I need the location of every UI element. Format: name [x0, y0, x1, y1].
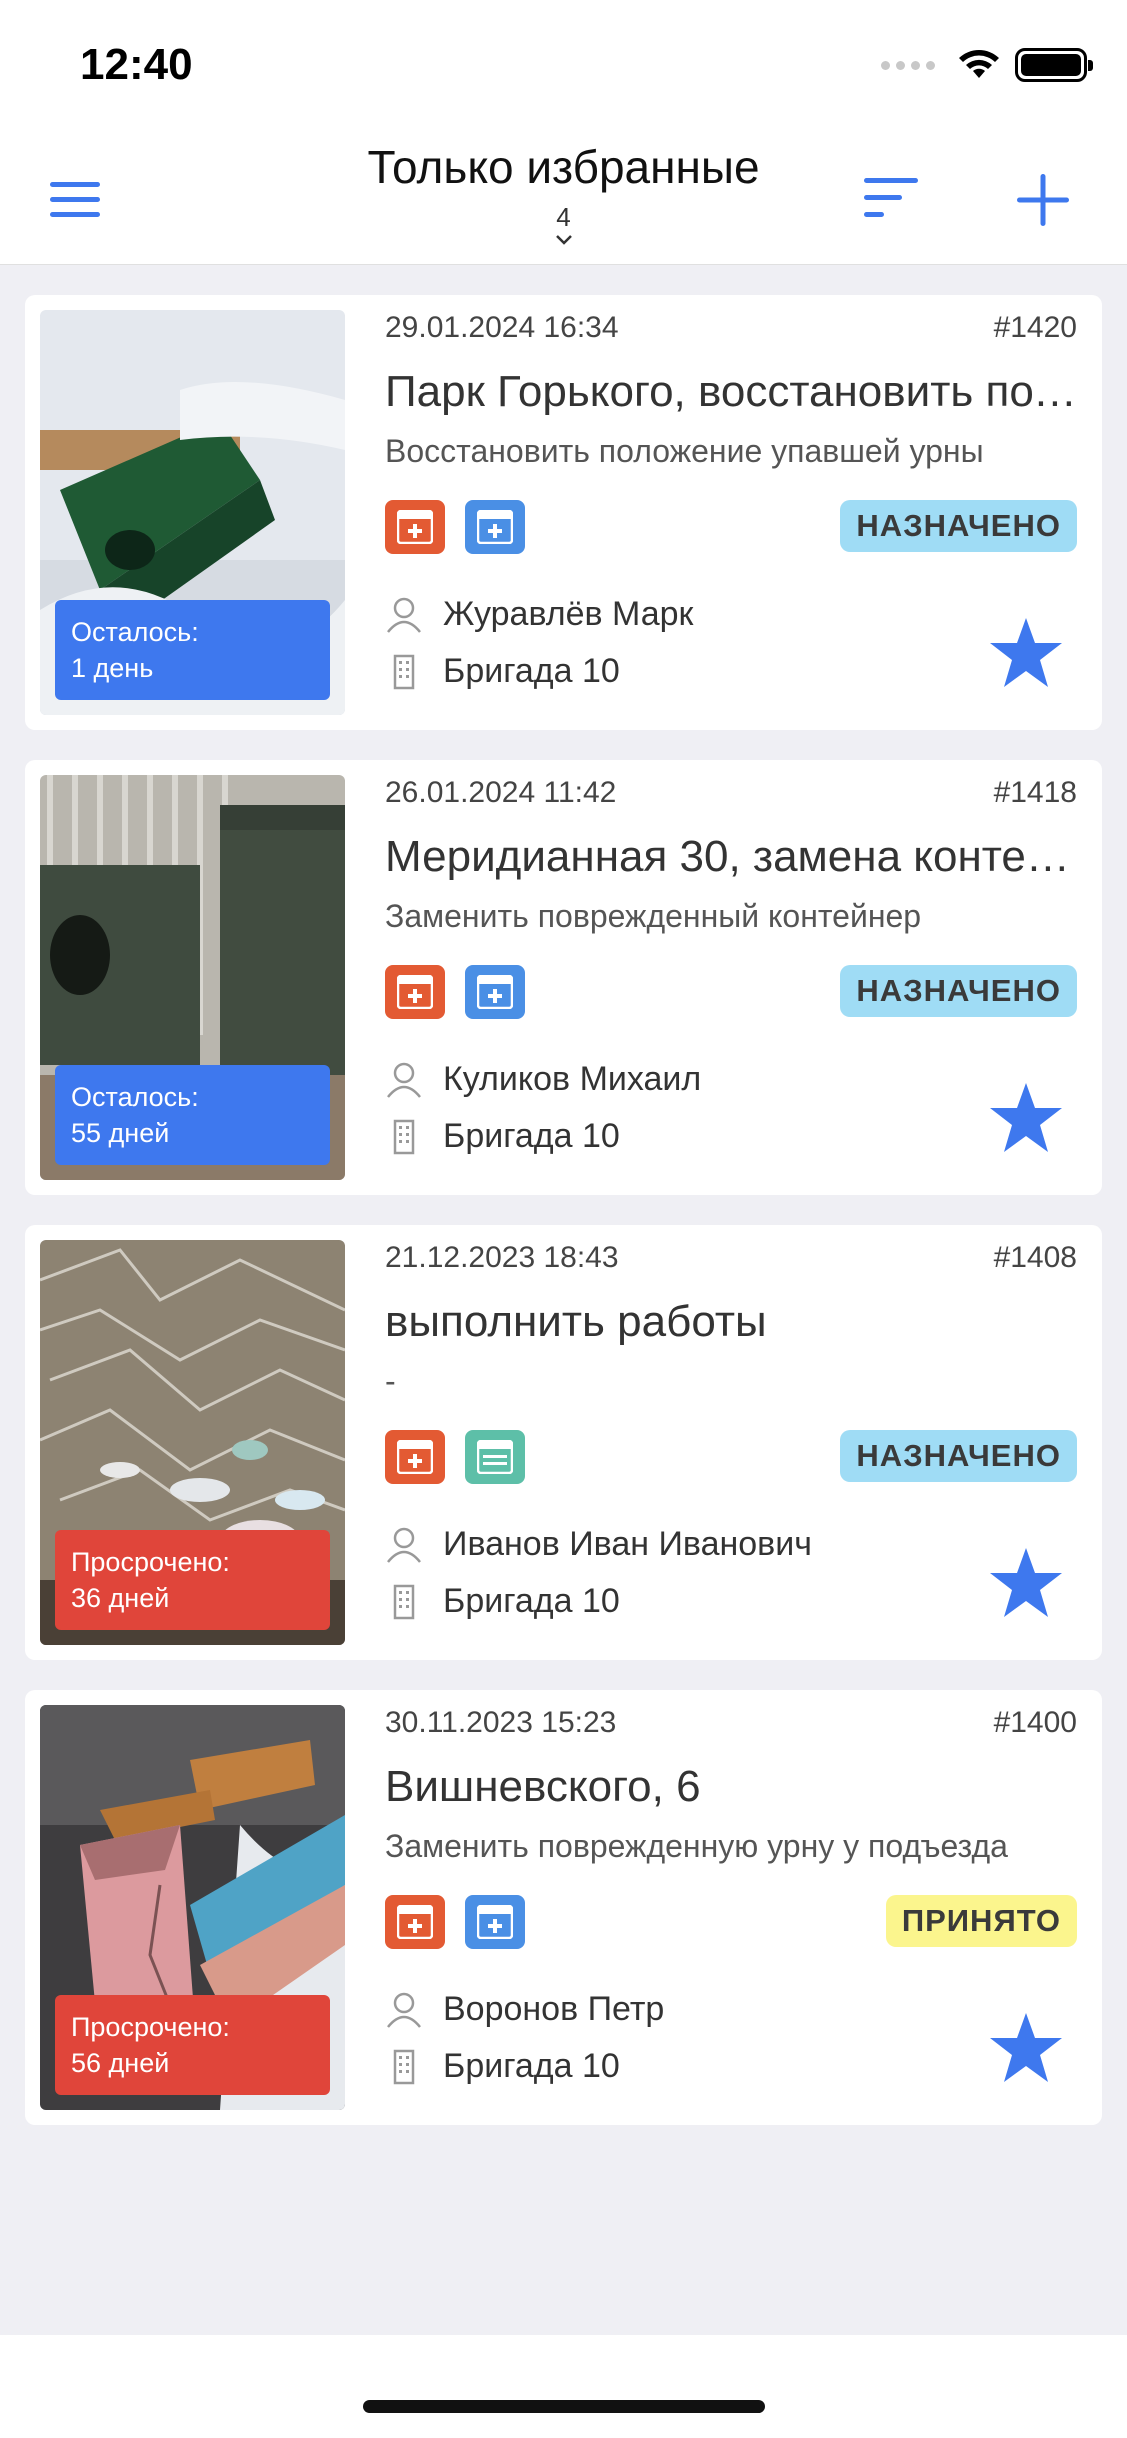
chevron-down-icon[interactable] — [555, 234, 573, 246]
red-form-icon — [385, 965, 445, 1019]
sort-button[interactable] — [862, 174, 922, 224]
wifi-icon — [959, 50, 999, 78]
task-description: Заменить поврежденный контейнер — [385, 898, 922, 934]
task-list[interactable]: Осталось: 1 день 29.01.2024 16:34 #1420 … — [0, 265, 1127, 2335]
status-badge: ПРИНЯТО — [885, 1895, 1077, 1947]
red-form-icon — [385, 1430, 445, 1484]
deadline-value: 56 дней — [71, 2048, 170, 2078]
sort-icon — [864, 178, 918, 217]
blue-form-icon — [465, 500, 525, 554]
building-icon — [393, 2049, 415, 2084]
task-number: #1418 — [993, 776, 1077, 809]
blue-form-icon — [465, 1895, 525, 1949]
deadline-badge: Просрочено: 56 дней — [55, 1995, 330, 2095]
brigade-row: Бригада 10 — [385, 1582, 620, 1621]
blue-form-icon — [465, 965, 525, 1019]
star-icon — [990, 1548, 1062, 1617]
assignee-name: Воронов Петр — [443, 1990, 665, 2028]
task-title: Вишневского, 6 — [385, 1762, 701, 1811]
task-title: Меридианная 30, замена контейнера — [385, 832, 1085, 881]
deadline-label: Осталось: — [71, 617, 199, 647]
brigade-row: Бригада 10 — [385, 652, 620, 691]
status-badge: НАЗНАЧЕНО — [840, 1430, 1077, 1482]
favorite-button[interactable] — [988, 1545, 1064, 1621]
assignee-name: Иванов Иван Иванович — [443, 1525, 812, 1563]
brigade-row: Бригада 10 — [385, 2047, 620, 2086]
assignee-row: Иванов Иван Иванович — [385, 1525, 812, 1564]
deadline-label: Просрочено: — [71, 1547, 230, 1577]
task-card[interactable]: Осталось: 1 день 29.01.2024 16:34 #1420 … — [25, 295, 1102, 730]
task-title: Парк Горького, восстановить положение уп… — [385, 367, 1085, 416]
navbar: Только избранные 4 — [0, 130, 1127, 265]
person-icon — [387, 1992, 421, 2028]
favorite-button[interactable] — [988, 1080, 1064, 1156]
status-badge: НАЗНАЧЕНО — [840, 500, 1077, 552]
task-date: 26.01.2024 11:42 — [385, 776, 617, 809]
battery-icon — [1015, 48, 1093, 82]
brigade-name: Бригада 10 — [443, 2047, 620, 2085]
building-icon — [393, 1119, 415, 1154]
deadline-label: Осталось: — [71, 1082, 199, 1112]
teal-form-icon — [465, 1430, 525, 1484]
page-title[interactable]: Только избранные — [0, 140, 1127, 194]
task-description: Заменить поврежденную урну у подъезда — [385, 1828, 1008, 1864]
assignee-name: Куликов Михаил — [443, 1060, 702, 1098]
task-description: - — [385, 1363, 396, 1399]
task-card[interactable]: Просрочено: 36 дней 21.12.2023 18:43 #14… — [25, 1225, 1102, 1660]
assignee-row: Воронов Петр — [385, 1990, 664, 2029]
task-photo: Осталось: 1 день — [40, 310, 345, 715]
star-icon — [990, 1083, 1062, 1152]
favorite-button[interactable] — [988, 615, 1064, 691]
task-date: 29.01.2024 16:34 — [385, 311, 619, 344]
task-number: #1420 — [993, 311, 1077, 344]
brigade-name: Бригада 10 — [443, 652, 620, 690]
task-photo: Осталось: 55 дней — [40, 775, 345, 1180]
brigade-row: Бригада 10 — [385, 1117, 620, 1156]
deadline-value: 55 дней — [71, 1118, 170, 1148]
favorite-button[interactable] — [988, 2010, 1064, 2086]
status-icons — [881, 48, 1093, 82]
task-date: 30.11.2023 15:23 — [385, 1706, 617, 1739]
task-description: Восстановить положение упавшей урны — [385, 433, 984, 469]
status-badge: НАЗНАЧЕНО — [840, 965, 1077, 1017]
add-button[interactable] — [1015, 172, 1071, 228]
plus-icon — [1017, 174, 1069, 226]
person-icon — [387, 1062, 421, 1098]
assignee-row: Журавлёв Марк — [385, 595, 693, 634]
brigade-name: Бригада 10 — [443, 1117, 620, 1155]
task-number: #1400 — [993, 1706, 1077, 1739]
deadline-badge: Просрочено: 36 дней — [55, 1530, 330, 1630]
red-form-icon — [385, 500, 445, 554]
home-indicator[interactable] — [363, 2400, 765, 2413]
task-card[interactable]: Осталось: 55 дней 26.01.2024 11:42 #1418… — [25, 760, 1102, 1195]
status-bar: 12:40 — [0, 0, 1127, 130]
assignee-row: Куликов Михаил — [385, 1060, 701, 1099]
home-indicator-area — [0, 2335, 1127, 2438]
task-date: 21.12.2023 18:43 — [385, 1241, 619, 1274]
cellular-signal-icon — [881, 60, 935, 70]
person-icon — [387, 597, 421, 633]
task-card[interactable]: Просрочено: 56 дней 30.11.2023 15:23 #14… — [25, 1690, 1102, 2125]
deadline-value: 36 дней — [71, 1583, 170, 1613]
deadline-label: Просрочено: — [71, 2012, 230, 2042]
favorites-count: 4 — [556, 202, 571, 232]
status-time: 12:40 — [80, 40, 193, 89]
star-icon — [990, 2013, 1062, 2082]
red-form-icon — [385, 1895, 445, 1949]
star-icon — [990, 618, 1062, 687]
building-icon — [393, 1584, 415, 1619]
building-icon — [393, 654, 415, 689]
brigade-name: Бригада 10 — [443, 1582, 620, 1620]
deadline-badge: Осталось: 1 день — [55, 600, 330, 700]
person-icon — [387, 1527, 421, 1563]
task-photo: Просрочено: 36 дней — [40, 1240, 345, 1645]
task-title: выполнить работы — [385, 1297, 767, 1346]
assignee-name: Журавлёв Марк — [443, 595, 694, 633]
deadline-value: 1 день — [71, 653, 154, 683]
task-photo: Просрочено: 56 дней — [40, 1705, 345, 2110]
deadline-badge: Осталось: 55 дней — [55, 1065, 330, 1165]
task-number: #1408 — [993, 1241, 1077, 1274]
